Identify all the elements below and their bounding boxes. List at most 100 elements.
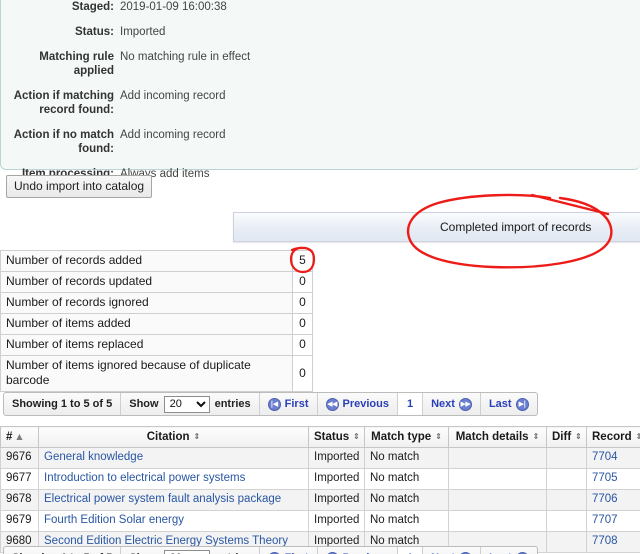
pagination-last-button-bottom[interactable]: Last ▶| xyxy=(481,547,537,554)
cell-number: 9676 xyxy=(0,447,39,469)
citation-link[interactable]: Fourth Edition Solar energy xyxy=(44,514,184,526)
pagination-last-button[interactable]: Last ▶| xyxy=(481,393,537,415)
sort-both-icon: ⇕ xyxy=(435,431,442,441)
pagination-next-button[interactable]: Next ▶▶ xyxy=(423,393,481,415)
citation-link[interactable]: Introduction to electrical power systems xyxy=(44,472,245,484)
previous-page-label[interactable]: Previous xyxy=(343,398,389,410)
page-size-select-wrap-bottom: 20 xyxy=(163,549,210,554)
stat-label-items-replaced: Number of items replaced xyxy=(0,334,293,356)
sort-both-icon: ⇕ xyxy=(635,431,640,441)
cell-match-type: No match xyxy=(364,447,449,469)
first-page-icon: |◀ xyxy=(267,397,281,411)
record-link[interactable]: 7708 xyxy=(592,535,618,547)
completed-import-bar: Completed import of records xyxy=(233,212,640,242)
stat-value-records-updated: 0 xyxy=(292,271,313,293)
record-link[interactable]: 7707 xyxy=(592,514,618,526)
column-header-diff[interactable]: Diff ⇕ xyxy=(546,426,587,448)
summary-row-action-match-found: Action if matching record found: Add inc… xyxy=(1,89,640,117)
column-header-match-details[interactable]: Match details ⇕ xyxy=(448,426,547,448)
cell-match-details xyxy=(448,510,547,532)
last-page-label[interactable]: Last xyxy=(489,398,512,410)
cell-match-type: No match xyxy=(364,489,449,511)
stat-row-records-updated: Number of records updated 0 xyxy=(0,271,313,293)
stat-label-records-ignored: Number of records ignored xyxy=(0,292,293,314)
stat-row-items-ignored-duplicate-barcode: Number of items ignored because of dupli… xyxy=(0,355,313,392)
pagination-toolbar-top: Showing 1 to 5 of 5 Show 20 50 100 All e… xyxy=(3,392,538,416)
column-header-match-type[interactable]: Match type ⇕ xyxy=(364,426,449,448)
pagination-next-button-bottom[interactable]: Next ▶▶ xyxy=(423,547,481,554)
cell-status: Imported xyxy=(308,489,365,511)
summary-row-matching-rule: Matching rule applied No matching rule i… xyxy=(1,50,640,78)
column-header-number-label: # xyxy=(6,430,13,443)
import-statistics-table: Number of records added 5 Number of reco… xyxy=(0,250,313,392)
summary-value-action-no-match: Add incoming record xyxy=(120,129,226,141)
pagination-toolbar-bottom: Showing 1 to 5 of 5 Show 20 entries |◀ F… xyxy=(3,546,538,554)
summary-label-staged: Staged: xyxy=(71,1,114,13)
summary-label-status: Status: xyxy=(75,26,114,38)
column-header-match-type-label: Match type xyxy=(371,430,432,443)
entries-label: entries xyxy=(214,398,251,410)
cell-number: 9678 xyxy=(0,489,39,511)
undo-import-button[interactable]: Undo import into catalog xyxy=(6,175,153,198)
stat-row-records-ignored: Number of records ignored 0 xyxy=(0,292,313,314)
sort-both-icon: ⇕ xyxy=(575,431,582,441)
pagination-page-1-bottom[interactable]: 1 xyxy=(397,547,424,554)
column-header-citation-label: Citation xyxy=(146,430,190,443)
cell-diff xyxy=(546,510,587,532)
cell-record: 7706 xyxy=(586,489,640,511)
column-header-number[interactable]: # ▲ xyxy=(0,426,39,448)
last-page-icon: ▶| xyxy=(515,397,529,411)
column-header-record-label: Record xyxy=(592,430,632,443)
column-header-record[interactable]: Record ⇕ xyxy=(586,426,640,448)
record-link[interactable]: 7705 xyxy=(592,472,618,484)
cell-status: Imported xyxy=(308,447,365,469)
cell-citation: General knowledge xyxy=(38,447,309,469)
citation-link[interactable]: General knowledge xyxy=(44,451,143,463)
summary-value-status: Imported xyxy=(120,26,166,38)
citation-link[interactable]: Electrical power system fault analysis p… xyxy=(44,493,281,505)
summary-label-action-match-found: Action if matching record found: xyxy=(13,90,114,116)
sort-both-icon: ⇕ xyxy=(353,431,360,441)
first-page-label[interactable]: First xyxy=(285,398,309,410)
cell-record: 7705 xyxy=(586,468,640,490)
summary-value-matching-rule: No matching rule in effect xyxy=(120,51,251,63)
summary-value-action-match-found: Add incoming record xyxy=(120,90,226,102)
pagination-page-1[interactable]: 1 xyxy=(397,393,424,415)
record-link[interactable]: 7704 xyxy=(592,451,618,463)
cell-match-details xyxy=(448,447,547,469)
import-summary-panel: Staged: 2019-01-09 16:00:38 Status: Impo… xyxy=(0,0,640,180)
column-header-status[interactable]: Status ⇕ xyxy=(308,426,365,448)
stat-label-records-added: Number of records added xyxy=(0,250,293,272)
summary-value-staged: 2019-01-09 16:00:38 xyxy=(120,1,227,13)
table-header-row: # ▲ Citation ⇕ Status ⇕ Match type ⇕ Match d… xyxy=(0,426,640,448)
stat-row-records-added: Number of records added 5 xyxy=(0,250,313,272)
summary-row-action-no-match: Action if no match found: Add incoming r… xyxy=(1,128,640,156)
cell-match-type: No match xyxy=(364,468,449,490)
cell-diff xyxy=(546,468,587,490)
cell-match-type: No match xyxy=(364,510,449,532)
import-summary-rows: Staged: 2019-01-09 16:00:38 Status: Impo… xyxy=(1,0,640,192)
column-header-citation[interactable]: Citation ⇕ xyxy=(38,426,309,448)
record-link[interactable]: 7706 xyxy=(592,493,618,505)
pagination-first-button[interactable]: |◀ First xyxy=(260,393,318,415)
summary-label-matching-rule: Matching rule applied xyxy=(39,51,114,77)
pagination-previous-button-bottom[interactable]: ◀◀ Previous xyxy=(318,547,398,554)
cell-number: 9677 xyxy=(0,468,39,490)
cell-number: 9679 xyxy=(0,510,39,532)
stat-row-items-added: Number of items added 0 xyxy=(0,313,313,335)
pagination-previous-button[interactable]: ◀◀ Previous xyxy=(318,393,398,415)
next-page-label[interactable]: Next xyxy=(431,398,455,410)
cell-citation: Introduction to electrical power systems xyxy=(38,468,309,490)
cell-diff xyxy=(546,447,587,469)
page-size-select-bottom[interactable]: 20 xyxy=(163,549,210,554)
table-row: 9677 Introduction to electrical power sy… xyxy=(0,468,640,490)
sort-asc-icon: ▲ xyxy=(16,431,23,441)
page-size-select[interactable]: 20 50 100 All xyxy=(163,395,210,413)
column-header-diff-label: Diff xyxy=(552,430,572,443)
stat-value-items-added: 0 xyxy=(292,313,313,335)
table-row: 9678 Electrical power system fault analy… xyxy=(0,489,640,511)
pagination-first-button-bottom[interactable]: |◀ First xyxy=(260,547,318,554)
stat-row-items-replaced: Number of items replaced 0 xyxy=(0,334,313,356)
stat-value-records-added: 5 xyxy=(292,250,313,272)
showing-entries-info-bottom: Showing 1 to 5 of 5 xyxy=(4,547,122,554)
